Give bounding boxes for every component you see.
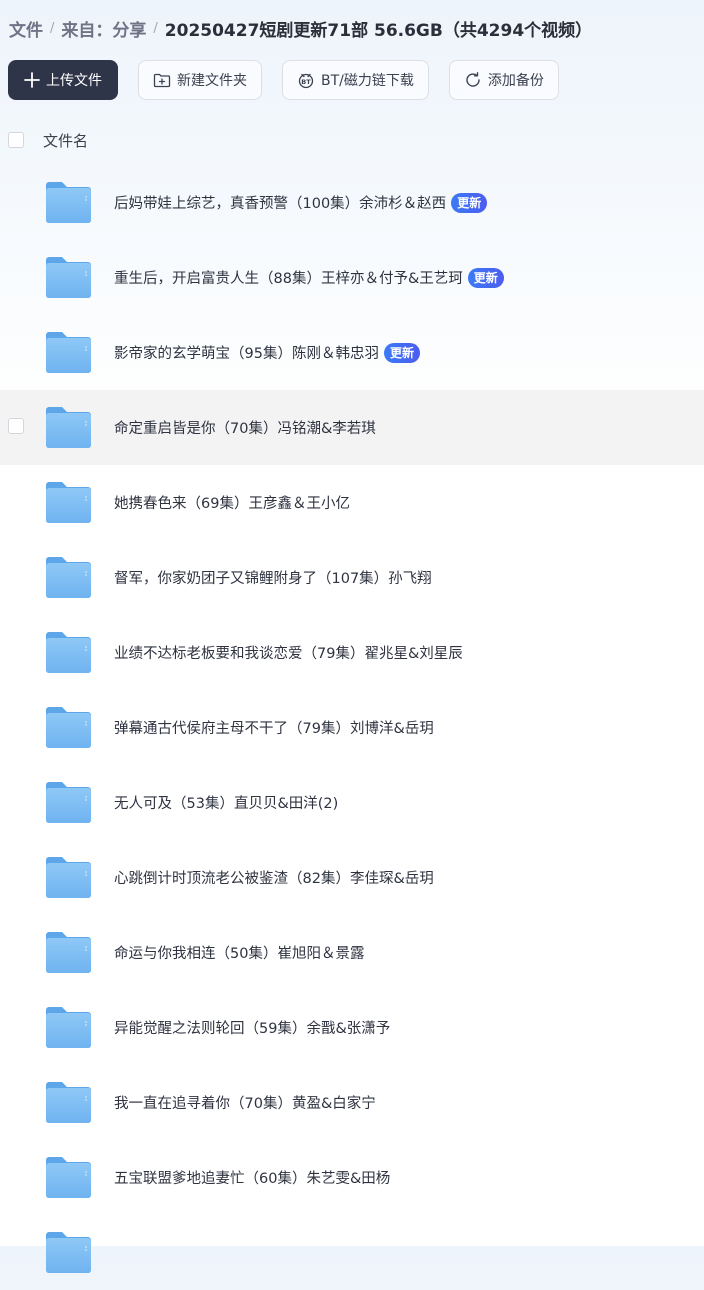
folder-icon[interactable] — [45, 1231, 92, 1274]
file-row[interactable]: 弹幕通古代侯府主母不干了（79集）刘博洋&岳玥 — [0, 690, 704, 765]
file-row[interactable]: 影帝家的玄学萌宝（95集）陈刚＆韩忠羽 更新 — [0, 315, 704, 390]
update-badge: 更新 — [383, 342, 420, 363]
breadcrumb: 文件 / 来自：分享 / 20250427短剧更新71部 56.6GB（共429… — [9, 14, 592, 42]
file-row[interactable]: 命运与你我相连（50集）崔旭阳＆景露 — [0, 915, 704, 990]
breadcrumb-separator: / — [153, 20, 158, 36]
file-row[interactable]: 重生后，开启富贵人生（88集）王梓亦＆付予&王艺珂 更新 — [0, 240, 704, 315]
folder-icon[interactable] — [45, 631, 92, 674]
file-name[interactable]: 心跳倒计时顶流老公被鉴渣（82集）李佳琛&岳玥 — [114, 867, 434, 888]
file-name-cell: 重生后，开启富贵人生（88集）王梓亦＆付予&王艺珂 更新 — [114, 240, 504, 315]
backup-sync-icon — [464, 71, 482, 89]
folder-icon[interactable] — [45, 856, 92, 899]
file-row[interactable]: 我一直在追寻着你（70集）黄盈&白家宁 — [0, 1065, 704, 1140]
file-name-cell: 弹幕通古代侯府主母不干了（79集）刘博洋&岳玥 — [114, 690, 434, 765]
folder-icon[interactable] — [45, 181, 92, 224]
file-name-cell: 她携春色来（69集）王彦鑫＆王小亿 — [114, 465, 350, 540]
upload-button[interactable]: 上传文件 — [8, 60, 118, 100]
magnet-icon: BT — [297, 71, 315, 89]
file-row[interactable]: 她携春色来（69集）王彦鑫＆王小亿 — [0, 465, 704, 540]
folder-icon[interactable] — [45, 556, 92, 599]
upload-label: 上传文件 — [46, 73, 102, 89]
folder-icon[interactable] — [45, 1006, 92, 1049]
file-name[interactable]: 异能觉醒之法则轮回（59集）余戬&张潇予 — [114, 1017, 390, 1038]
breadcrumb-source[interactable]: 来自：分享 — [61, 16, 146, 41]
folder-icon[interactable] — [45, 406, 92, 449]
file-name-cell: 后妈带娃上综艺，真香预警（100集）余沛杉＆赵西 更新 — [114, 165, 488, 240]
breadcrumb-root[interactable]: 文件 — [9, 16, 43, 41]
file-row[interactable]: 无人可及（53集）直贝贝&田洋(2) — [0, 765, 704, 840]
file-name[interactable]: 五宝联盟爹地追妻忙（60集）朱艺雯&田杨 — [114, 1167, 390, 1188]
folder-icon[interactable] — [45, 481, 92, 524]
file-list: 后妈带娃上综艺，真香预警（100集）余沛杉＆赵西 更新 重生后，开启富贵人生（88集… — [0, 165, 704, 1290]
file-row[interactable] — [0, 1215, 704, 1290]
file-name[interactable]: 命运与你我相连（50集）崔旭阳＆景露 — [114, 942, 364, 963]
update-badge: 更新 — [467, 267, 504, 288]
file-row[interactable]: 异能觉醒之法则轮回（59集）余戬&张潇予 — [0, 990, 704, 1065]
bt-download-button[interactable]: BT BT/磁力链下载 — [282, 60, 429, 100]
file-row[interactable]: 业绩不达标老板要和我谈恋爱（79集）翟兆星&刘星辰 — [0, 615, 704, 690]
add-backup-label: 添加备份 — [487, 73, 544, 89]
file-name-cell: 心跳倒计时顶流老公被鉴渣（82集）李佳琛&岳玥 — [114, 840, 434, 915]
new-folder-button[interactable]: 新建文件夹 — [138, 60, 262, 100]
svg-text:BT: BT — [301, 78, 311, 86]
bt-download-label: BT/磁力链下载 — [321, 73, 414, 89]
file-name[interactable]: 重生后，开启富贵人生（88集）王梓亦＆付予&王艺珂 — [114, 267, 463, 288]
file-name[interactable]: 她携春色来（69集）王彦鑫＆王小亿 — [114, 492, 350, 513]
file-name[interactable]: 督军，你家奶团子又锦鲤附身了（107集）孙飞翔 — [114, 567, 432, 588]
file-name[interactable]: 影帝家的玄学萌宝（95集）陈刚＆韩忠羽 — [114, 342, 379, 363]
folder-icon[interactable] — [45, 781, 92, 824]
file-name-cell: 无人可及（53集）直贝贝&田洋(2) — [114, 765, 338, 840]
file-name[interactable]: 我一直在追寻着你（70集）黄盈&白家宁 — [114, 1092, 376, 1113]
new-folder-icon — [153, 72, 171, 88]
file-row[interactable]: 五宝联盟爹地追妻忙（60集）朱艺雯&田杨 — [0, 1140, 704, 1215]
folder-icon[interactable] — [45, 331, 92, 374]
toolbar: 上传文件 新建文件夹 BT BT/磁力链下载 添加备份 — [8, 60, 579, 100]
file-name[interactable]: 无人可及（53集）直贝贝&田洋(2) — [114, 792, 338, 813]
file-name[interactable]: 业绩不达标老板要和我谈恋爱（79集）翟兆星&刘星辰 — [114, 642, 463, 663]
folder-icon[interactable] — [45, 1156, 92, 1199]
folder-icon[interactable] — [45, 256, 92, 299]
update-badge: 更新 — [451, 192, 488, 213]
add-backup-button[interactable]: 添加备份 — [448, 60, 559, 100]
file-row[interactable]: 命定重启皆是你（70集）冯铭潮&李若琪 — [0, 390, 704, 465]
folder-icon[interactable] — [45, 1081, 92, 1124]
plus-icon — [24, 72, 40, 88]
file-name-cell: 督军，你家奶团子又锦鲤附身了（107集）孙飞翔 — [114, 540, 432, 615]
breadcrumb-separator: / — [50, 20, 55, 36]
filename-column-header[interactable]: 文件名 — [43, 130, 88, 151]
new-folder-label: 新建文件夹 — [177, 73, 247, 89]
select-all-checkbox[interactable] — [8, 132, 24, 148]
breadcrumb-current: 20250427短剧更新71部 56.6GB（共4294个视频） — [164, 20, 593, 41]
file-row[interactable]: 督军，你家奶团子又锦鲤附身了（107集）孙飞翔 — [0, 540, 704, 615]
file-name[interactable]: 后妈带娃上综艺，真香预警（100集）余沛杉＆赵西 — [114, 192, 446, 213]
file-name-cell: 命运与你我相连（50集）崔旭阳＆景露 — [114, 915, 364, 990]
file-name-cell: 业绩不达标老板要和我谈恋爱（79集）翟兆星&刘星辰 — [114, 615, 463, 690]
folder-icon[interactable] — [45, 931, 92, 974]
file-name[interactable]: 弹幕通古代侯府主母不干了（79集）刘博洋&岳玥 — [114, 717, 434, 738]
file-name-cell: 影帝家的玄学萌宝（95集）陈刚＆韩忠羽 更新 — [114, 315, 420, 390]
file-name[interactable]: 命定重启皆是你（70集）冯铭潮&李若琪 — [114, 417, 376, 438]
file-name-cell: 我一直在追寻着你（70集）黄盈&白家宁 — [114, 1065, 376, 1140]
file-name-cell: 命定重启皆是你（70集）冯铭潮&李若琪 — [114, 390, 376, 465]
file-name-cell: 异能觉醒之法则轮回（59集）余戬&张潇予 — [114, 990, 390, 1065]
file-list-header: 文件名 — [0, 124, 704, 156]
file-row[interactable]: 后妈带娃上综艺，真香预警（100集）余沛杉＆赵西 更新 — [0, 165, 704, 240]
file-row[interactable]: 心跳倒计时顶流老公被鉴渣（82集）李佳琛&岳玥 — [0, 840, 704, 915]
file-name-cell: 五宝联盟爹地追妻忙（60集）朱艺雯&田杨 — [114, 1140, 390, 1215]
row-checkbox[interactable] — [8, 418, 24, 434]
folder-icon[interactable] — [45, 706, 92, 749]
